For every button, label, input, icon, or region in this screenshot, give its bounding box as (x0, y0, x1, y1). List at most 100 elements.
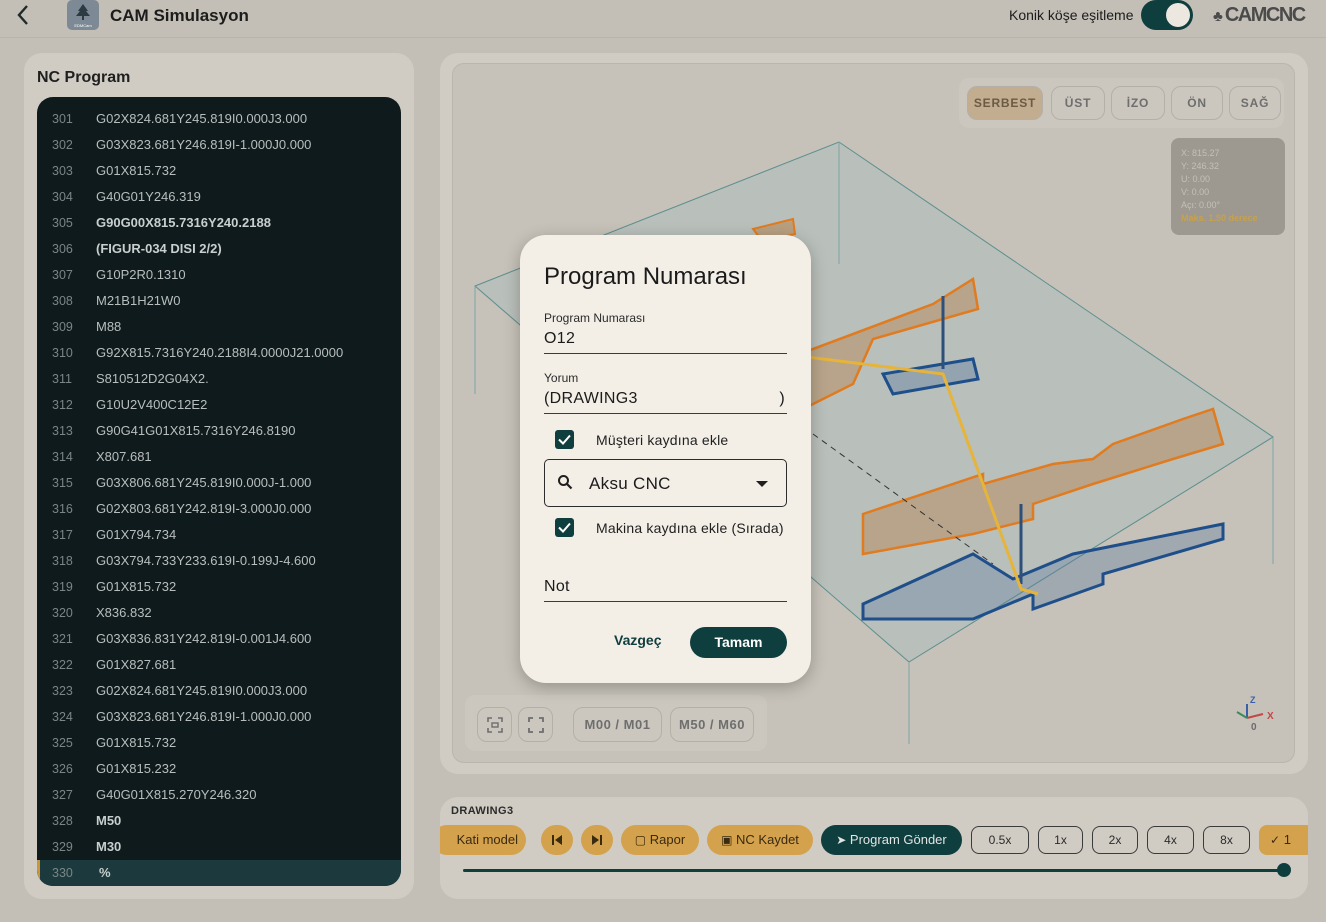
program-number-dialog: Program Numarası Program Numarası O12 Yo… (520, 235, 811, 683)
m00-m01-button[interactable]: M00 / M01 (573, 707, 662, 742)
app-icon-caption: EDMCam (74, 23, 92, 28)
speed-2x-button[interactable]: 2x (1092, 826, 1138, 854)
code-line[interactable]: 309 M88 (37, 314, 401, 340)
back-icon[interactable] (12, 3, 36, 27)
line-code: G10P2R0.1310 (96, 267, 186, 282)
code-line[interactable]: 326 G01X815.232 (37, 756, 401, 782)
skip-start-button[interactable] (541, 825, 573, 855)
code-line[interactable]: 310 G92X815.7316Y240.2188I4.0000J21.0000 (37, 340, 401, 366)
line-number: 310 (52, 346, 73, 360)
code-line[interactable]: 320 X836.832 (37, 600, 401, 626)
code-line[interactable]: 319 G01X815.732 (37, 574, 401, 600)
code-line[interactable]: 315 G03X806.681Y245.819I0.000J-1.000 (37, 470, 401, 496)
code-line[interactable]: 328 M50 (37, 808, 401, 834)
brand-text: CAMCNC (1224, 4, 1306, 26)
tab-serbest[interactable]: SERBEST (967, 86, 1043, 120)
speed-1x-button[interactable]: 1x (1038, 826, 1083, 854)
code-line[interactable]: 314 X807.681 (37, 444, 401, 470)
line-number: 328 (52, 814, 73, 828)
line-number: 307 (52, 268, 73, 282)
coord-x: X: 815.27 (1181, 148, 1220, 158)
axis-gizmo: Z X 0 (1229, 695, 1279, 743)
code-line[interactable]: 302 G03X823.681Y246.819I-1.000J0.000 (37, 132, 401, 158)
m50-m60-button[interactable]: M50 / M60 (670, 707, 754, 742)
nc-program-title: NC Program (37, 69, 131, 86)
code-line[interactable]: 330% (37, 860, 401, 886)
cancel-button[interactable]: Vazgeç (614, 632, 661, 648)
code-line[interactable]: 305 G90G00X815.7316Y240.2188 (37, 210, 401, 236)
nc-code-list[interactable]: 301 G02X824.681Y245.819I0.000J3.000 302 G03… (37, 97, 401, 886)
line-number: 323 (52, 684, 73, 698)
line-number: 305 (52, 216, 73, 230)
comment-close: ) (779, 390, 785, 407)
solid-model-button[interactable]: Kati model (440, 825, 526, 855)
comment-input[interactable]: (DRAWING3 ) (544, 384, 787, 414)
line-number: 330 (52, 866, 73, 880)
code-line[interactable]: 322 G01X827.681 (37, 652, 401, 678)
program-number-input[interactable]: O12 (544, 324, 787, 354)
code-line[interactable]: 304 G40G01Y246.319 (37, 184, 401, 210)
customer-select[interactable]: Aksu CNC (544, 459, 787, 507)
tab-izo[interactable]: İZO (1111, 86, 1165, 120)
code-line[interactable]: 324 G03X823.681Y246.819I-1.000J0.000 (37, 704, 401, 730)
code-line[interactable]: 316 G02X803.681Y242.819I-3.000J0.000 (37, 496, 401, 522)
code-line[interactable]: 318 G03X794.733Y233.619I-0.199J-4.600 (37, 548, 401, 574)
top-bar: EDMCam CAM Simulasyon Konik köşe eşitlem… (0, 0, 1326, 38)
line-code: (FIGUR-034 DISI 2/2) (96, 241, 222, 256)
send-icon: ➤ (836, 833, 847, 847)
fit-view-button[interactable] (477, 707, 512, 742)
machine-checkbox[interactable] (555, 518, 574, 537)
customer-checkbox[interactable] (555, 430, 574, 449)
line-code: G01X815.232 (96, 761, 177, 776)
report-button[interactable]: ▢ Rapor (621, 825, 699, 855)
search-icon (558, 475, 573, 490)
code-line[interactable]: 303 G01X815.732 (37, 158, 401, 184)
send-program-button[interactable]: ➤ Program Gönder (821, 825, 962, 855)
code-line[interactable]: 327 G40G01X815.270Y246.320 (37, 782, 401, 808)
progress-slider[interactable] (463, 863, 1291, 877)
save-icon: ▣ (721, 833, 733, 847)
tab-on[interactable]: ÖN (1171, 86, 1223, 120)
line-number: 304 (52, 190, 73, 204)
slider-thumb[interactable] (1277, 863, 1291, 877)
code-line[interactable]: 312 G10U2V400C12E2 (37, 392, 401, 418)
code-line[interactable]: 301 G02X824.681Y245.819I0.000J3.000 (37, 106, 401, 132)
tab-ust[interactable]: ÜST (1051, 86, 1105, 120)
note-input[interactable]: Not (544, 572, 787, 602)
fullscreen-button[interactable] (518, 707, 553, 742)
line-number: 329 (52, 840, 73, 854)
code-line[interactable]: 317 G01X794.734 (37, 522, 401, 548)
line-number: 318 (52, 554, 73, 568)
coord-v: V: 0.00 (1181, 187, 1210, 197)
konik-toggle[interactable] (1141, 0, 1193, 30)
code-line[interactable]: 325 G01X815.732 (37, 730, 401, 756)
line-code: % (99, 865, 111, 880)
check-icon: ✓ (1270, 833, 1281, 847)
code-line[interactable]: 308 M21B1H21W0 (37, 288, 401, 314)
code-line[interactable]: 313 G90G41G01X815.7316Y246.8190 (37, 418, 401, 444)
nc-program-panel: NC Program 301 G02X824.681Y245.819I0.000J… (24, 53, 414, 899)
code-line[interactable]: 329 M30 (37, 834, 401, 860)
line-number: 324 (52, 710, 73, 724)
code-line[interactable]: 306 (FIGUR-034 DISI 2/2) (37, 236, 401, 262)
speed-8x-button[interactable]: 8x (1203, 826, 1250, 854)
confirm-button[interactable]: ✓ 1 (1259, 825, 1308, 855)
tab-sag[interactable]: SAĞ (1229, 86, 1281, 120)
line-code: G01X815.732 (96, 163, 177, 178)
skip-end-button[interactable] (581, 825, 613, 855)
speed-4x-button[interactable]: 4x (1147, 826, 1194, 854)
line-code: X836.832 (96, 605, 152, 620)
code-line[interactable]: 321 G03X836.831Y242.819I-0.001J4.600 (37, 626, 401, 652)
line-code: G03X823.681Y246.819I-1.000J0.000 (96, 137, 312, 152)
line-code: M88 (96, 319, 122, 334)
line-number: 326 (52, 762, 73, 776)
fit-view-icon (486, 717, 503, 733)
code-line[interactable]: 323 G02X824.681Y245.819I0.000J3.000 (37, 678, 401, 704)
save-nc-button[interactable]: ▣ NC Kaydet (707, 825, 813, 855)
speed-0-5x-button[interactable]: 0.5x (971, 826, 1029, 854)
ok-button[interactable]: Tamam (690, 627, 787, 658)
code-line[interactable]: 307 G10P2R0.1310 (37, 262, 401, 288)
dialog-title: Program Numarası (544, 263, 747, 290)
code-line[interactable]: 311 S810512D2G04X2. (37, 366, 401, 392)
line-code: G03X806.681Y245.819I0.000J-1.000 (96, 475, 312, 490)
